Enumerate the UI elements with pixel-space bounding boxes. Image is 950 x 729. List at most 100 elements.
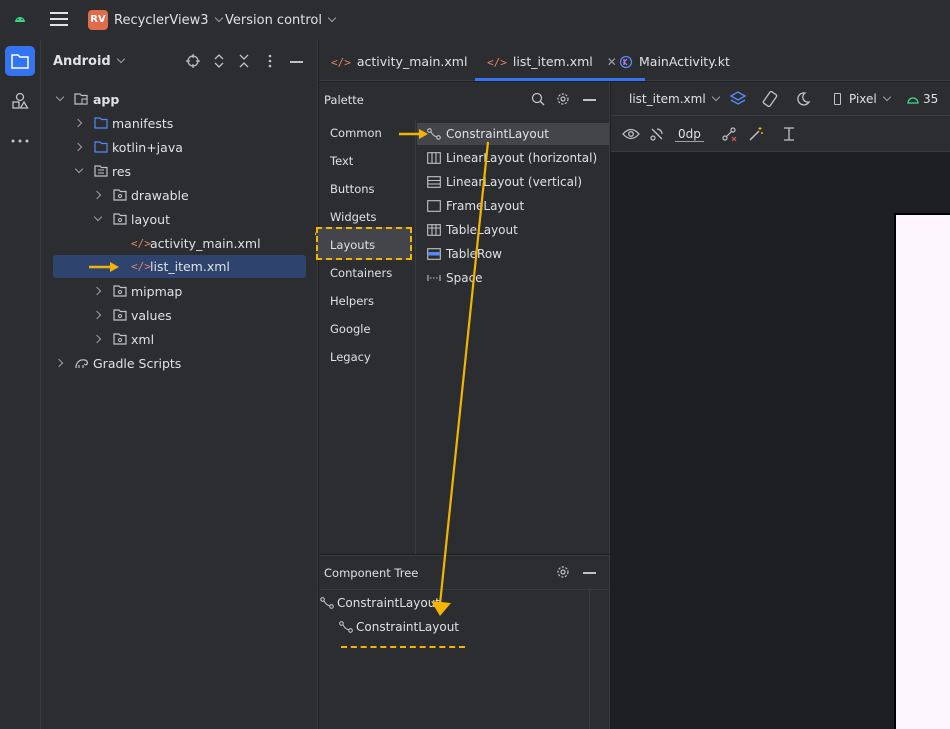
tree-item-drawable[interactable]: drawable (53, 184, 306, 207)
project-tool-button[interactable] (5, 46, 35, 76)
gear-icon[interactable] (556, 92, 570, 106)
tab-list-item-xml[interactable]: </> list_item.xml ✕ (475, 40, 645, 81)
category-helpers[interactable]: Helpers (330, 294, 374, 308)
autoconnect-off-icon[interactable] (649, 126, 665, 142)
xml-file-icon: </> (487, 56, 507, 69)
res-folder-icon (113, 309, 127, 321)
component-tree-title: Component Tree (324, 566, 419, 580)
category-layouts[interactable]: Layouts (330, 238, 375, 252)
guidelines-icon[interactable] (781, 126, 797, 142)
version-control-menu[interactable]: Version control (225, 13, 337, 28)
default-margin-field[interactable]: 0dp (675, 127, 704, 142)
search-icon[interactable] (531, 92, 545, 106)
tree-item-list-item-xml[interactable]: </> list_item.xml (53, 255, 306, 278)
collapse-all-icon[interactable] (238, 53, 250, 69)
project-selector[interactable]: RecyclerView3 (114, 13, 223, 28)
android-logo-icon (15, 17, 25, 22)
shapes-icon (12, 92, 29, 109)
android-icon (907, 97, 919, 104)
more-tools-button[interactable] (5, 126, 35, 156)
phone-icon (834, 93, 841, 105)
infer-constraints-icon[interactable] (748, 126, 764, 142)
xml-file-icon: </> (331, 56, 351, 69)
tree-item-label: res (112, 164, 132, 179)
tree-item-label: app (93, 92, 120, 107)
device-selector[interactable]: Pixel (834, 92, 892, 106)
tree-item-xml[interactable]: xml (53, 328, 306, 351)
expand-all-icon[interactable] (213, 53, 225, 69)
project-panel: Android app manifests kotlin+java res dr… (41, 40, 318, 729)
resource-manager-button[interactable] (5, 86, 35, 116)
tree-item-label: xml (131, 332, 155, 347)
chevron-down-icon (93, 212, 103, 222)
main-menu-icon[interactable] (50, 12, 68, 28)
res-folder-icon (113, 189, 127, 201)
category-widgets[interactable]: Widgets (330, 210, 377, 224)
design-canvas[interactable] (611, 152, 950, 729)
margin-value: 0dp (678, 127, 701, 141)
widget-linear-layout-horizontal[interactable]: LinearLayout (horizontal) (427, 147, 597, 169)
component-label: ConstraintLayout (337, 596, 441, 610)
project-view-selector[interactable]: Android (53, 54, 125, 69)
widget-table-layout[interactable]: TableLayout (427, 219, 518, 241)
options-menu-icon[interactable] (268, 54, 272, 68)
design-surface-icon[interactable] (729, 90, 747, 108)
tree-item-manifests[interactable]: manifests (53, 112, 306, 135)
gear-icon[interactable] (556, 565, 570, 579)
tree-item-kotlin-java[interactable]: kotlin+java (53, 136, 306, 159)
eye-icon[interactable] (622, 127, 640, 141)
title-bar: RV RecyclerView3 Version control (0, 0, 950, 40)
category-google[interactable]: Google (330, 322, 371, 336)
annotation-arrow-icon (399, 129, 428, 139)
widget-linear-layout-vertical[interactable]: LinearLayout (vertical) (427, 171, 582, 193)
minimize-icon[interactable] (583, 572, 596, 574)
tree-item-app[interactable]: app (53, 88, 306, 111)
category-legacy[interactable]: Legacy (330, 350, 371, 364)
category-text[interactable]: Text (330, 154, 353, 168)
tree-item-mipmap[interactable]: mipmap (53, 280, 306, 303)
frame-layout-icon (427, 200, 441, 212)
folder-icon (94, 117, 108, 129)
tree-item-values[interactable]: values (53, 304, 306, 327)
chevron-right-icon (92, 190, 102, 200)
tree-item-gradle-scripts[interactable]: Gradle Scripts (53, 352, 306, 375)
res-folder-icon (113, 333, 127, 345)
xml-file-icon: </> (131, 260, 151, 273)
component-item-child[interactable]: ConstraintLayout (339, 620, 459, 634)
component-item-root[interactable]: ConstraintLayout (320, 596, 440, 610)
orientation-icon[interactable] (761, 90, 779, 108)
clear-constraints-icon[interactable] (721, 126, 737, 142)
res-folder-icon (113, 213, 127, 225)
close-tab-icon[interactable]: ✕ (607, 55, 617, 69)
file-selector[interactable]: list_item.xml (629, 92, 720, 106)
tab-main-activity-kt[interactable]: MainActivity.kt (619, 40, 730, 81)
constraint-toolbar: 0dp (611, 116, 950, 152)
minimize-icon[interactable] (290, 61, 303, 63)
project-badge[interactable]: RV (88, 10, 108, 30)
tree-item-res[interactable]: res (53, 160, 306, 183)
category-buttons[interactable]: Buttons (330, 182, 375, 196)
tree-item-label: Gradle Scripts (93, 356, 182, 371)
widget-table-row[interactable]: TableRow (427, 243, 502, 265)
device-preview[interactable] (894, 213, 950, 729)
night-mode-icon[interactable] (795, 91, 811, 107)
widget-constraint-layout[interactable]: ConstraintLayout (417, 123, 609, 145)
chevron-down-icon (214, 13, 223, 23)
tree-item-label: mipmap (131, 284, 183, 299)
tab-activity-main-xml[interactable]: </> activity_main.xml (331, 40, 467, 81)
tree-item-label: manifests (112, 116, 174, 131)
vcs-label: Version control (225, 13, 322, 28)
minimize-icon[interactable] (583, 99, 596, 101)
api-level-selector[interactable]: 35 (907, 92, 938, 106)
widget-space[interactable]: Space (427, 267, 483, 289)
category-containers[interactable]: Containers (330, 266, 392, 280)
tree-item-layout[interactable]: layout (53, 208, 306, 231)
project-name: RecyclerView3 (114, 13, 209, 28)
tree-item-activity-main-xml[interactable]: </> activity_main.xml (53, 232, 306, 255)
palette-categories: Common Text Buttons Widgets Layouts Cont… (315, 120, 416, 554)
chevron-right-icon (92, 286, 102, 296)
locate-icon[interactable] (186, 54, 200, 68)
widget-frame-layout[interactable]: FrameLayout (427, 195, 524, 217)
category-common[interactable]: Common (330, 126, 382, 140)
folder-icon (94, 141, 108, 153)
